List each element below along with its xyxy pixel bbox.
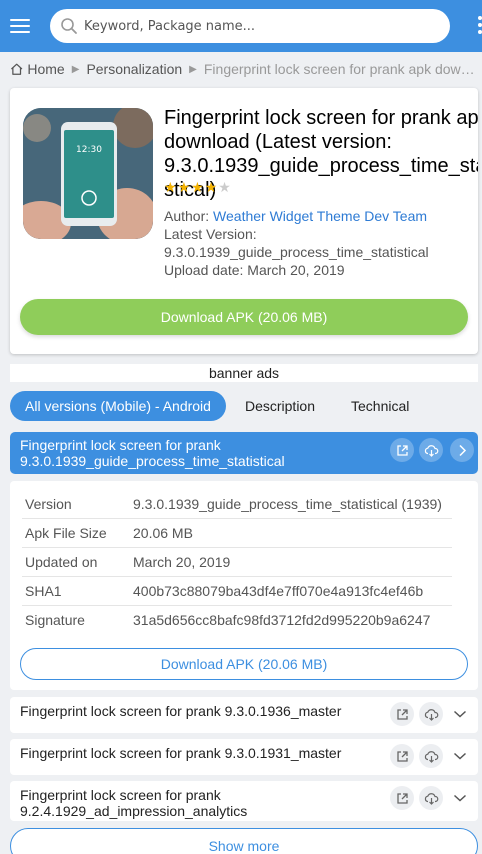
search-box[interactable]: [50, 9, 450, 43]
app-meta: Author: Weather Widget Theme Dev Team La…: [164, 207, 474, 279]
cloud-download-icon[interactable]: [419, 702, 443, 726]
hamburger-menu-icon[interactable]: [10, 16, 30, 36]
version-details-card: Version 9.3.0.1939_guide_process_time_st…: [10, 481, 478, 690]
open-external-icon[interactable]: [390, 744, 414, 768]
more-options-icon[interactable]: [474, 16, 482, 38]
detail-row-updated: Updated on March 20, 2019: [22, 548, 452, 577]
search-input[interactable]: [84, 9, 434, 43]
open-external-icon[interactable]: [390, 438, 414, 462]
chevron-right-icon[interactable]: [450, 438, 474, 462]
tab-technical[interactable]: Technical: [351, 391, 409, 421]
show-more-button[interactable]: Show more: [10, 828, 478, 854]
author-label: Author:: [164, 208, 210, 224]
star-filled-icon: ★: [164, 179, 178, 195]
tab-bar: All versions (Mobile) - Android Descript…: [10, 391, 478, 421]
detail-row-sha1: SHA1 400b73c88079ba43df4e7ff070e4a913fc4…: [22, 577, 452, 606]
breadcrumb-current: Fingerprint lock screen for prank apk do…: [203, 61, 482, 77]
detail-row-size: Apk File Size 20.06 MB: [22, 519, 452, 548]
version-name: Fingerprint lock screen for prank 9.3.0.…: [20, 703, 342, 719]
detail-row-signature: Signature 31a5d656cc8bafc98fd3712fd2d995…: [22, 606, 452, 635]
download-apk-button[interactable]: Download APK (20.06 MB): [20, 299, 468, 335]
author-link[interactable]: Weather Widget Theme Dev Team: [213, 208, 427, 224]
latest-version-label: Latest Version:: [164, 226, 257, 242]
star-filled-icon: ★: [177, 179, 192, 195]
detail-value: March 20, 2019: [133, 554, 231, 570]
version-name: Fingerprint lock screen for prank 9.2.4.…: [20, 787, 248, 819]
version-row-expanded[interactable]: Fingerprint lock screen for prank 9.3.0.…: [10, 432, 478, 474]
home-icon: [11, 63, 23, 75]
cloud-download-icon[interactable]: [419, 786, 443, 810]
detail-row-version: Version 9.3.0.1939_guide_process_time_st…: [22, 490, 452, 519]
app-icon-illustration: 12:30: [23, 108, 153, 239]
tab-all-versions[interactable]: All versions (Mobile) - Android: [10, 391, 226, 421]
open-external-icon[interactable]: [390, 786, 414, 810]
cloud-download-icon[interactable]: [419, 438, 443, 462]
detail-value: 20.06 MB: [133, 525, 193, 541]
version-row[interactable]: Fingerprint lock screen for prank 9.3.0.…: [10, 739, 478, 775]
star-empty-icon: ★: [218, 179, 232, 195]
cloud-download-icon[interactable]: [419, 744, 443, 768]
chevron-down-icon[interactable]: [448, 744, 472, 768]
star-filled-icon: ★: [204, 179, 219, 195]
app-info-card: 12:30 Fingerprint lock screen for prank …: [10, 88, 478, 354]
version-row[interactable]: Fingerprint lock screen for prank 9.3.0.…: [10, 697, 478, 733]
search-icon: [61, 18, 77, 34]
tab-description[interactable]: Description: [245, 391, 315, 421]
upload-date-value: March 20, 2019: [247, 262, 345, 278]
detail-value: 400b73c88079ba43df4e7ff070e4a913fc4ef46b: [133, 583, 424, 599]
breadcrumb-separator-icon: ▶: [71, 63, 80, 75]
latest-version-value: 9.3.0.1939_guide_process_time_statistica…: [164, 244, 429, 260]
breadcrumb-separator-icon: ▶: [189, 63, 197, 75]
app-icon: 12:30: [23, 108, 153, 239]
chevron-down-icon[interactable]: [448, 786, 472, 810]
breadcrumb: Home ▶ Personalization ▶ Fingerprint loc…: [10, 58, 482, 80]
detail-key: Version: [25, 496, 72, 512]
star-filled-icon: ★: [191, 179, 205, 195]
open-external-icon[interactable]: [390, 702, 414, 726]
upload-date-label: Upload date:: [164, 262, 244, 278]
detail-key: Apk File Size: [25, 525, 107, 541]
banner-ads: banner ads: [10, 364, 478, 382]
detail-key: Signature: [25, 612, 85, 628]
breadcrumb-category-link[interactable]: Personalization: [86, 61, 182, 77]
detail-key: Updated on: [25, 554, 98, 570]
version-name: Fingerprint lock screen for prank 9.3.0.…: [20, 437, 285, 469]
version-row[interactable]: Fingerprint lock screen for prank 9.2.4.…: [10, 781, 478, 821]
star-rating: ★★★★★: [164, 180, 232, 194]
download-version-button[interactable]: Download APK (20.06 MB): [20, 648, 468, 680]
app-icon-clock-text: 12:30: [76, 145, 102, 155]
chevron-down-icon[interactable]: [448, 702, 472, 726]
version-name: Fingerprint lock screen for prank 9.3.0.…: [20, 745, 342, 761]
detail-key: SHA1: [25, 583, 62, 599]
detail-value: 31a5d656cc8bafc98fd3712fd2d995220b9a6247: [133, 612, 431, 628]
breadcrumb-home-link[interactable]: Home: [27, 61, 64, 77]
top-bar: [0, 0, 482, 52]
detail-value: 9.3.0.1939_guide_process_time_statistica…: [133, 496, 442, 512]
